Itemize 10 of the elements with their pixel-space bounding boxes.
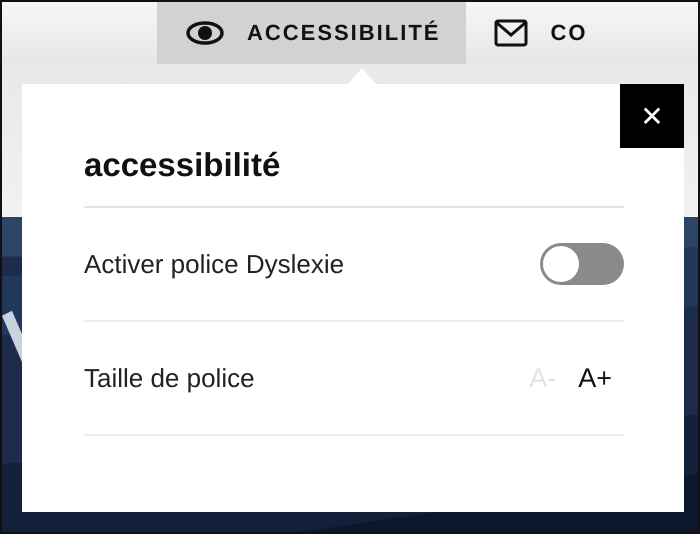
panel-title: accessibilité [84,146,624,208]
close-button[interactable]: ✕ [620,84,684,148]
setting-label: Activer police Dyslexie [84,248,344,280]
setting-label: Taille de police [84,362,255,394]
nav-tab[interactable]: ACCESSIBILITÉ [157,2,466,64]
font-size-button[interactable]: A+ [578,362,612,394]
nav-tab[interactable]: CO [494,2,614,64]
envelope-icon [494,19,528,47]
toggle-switch[interactable] [540,243,624,285]
eye-icon [185,20,225,46]
